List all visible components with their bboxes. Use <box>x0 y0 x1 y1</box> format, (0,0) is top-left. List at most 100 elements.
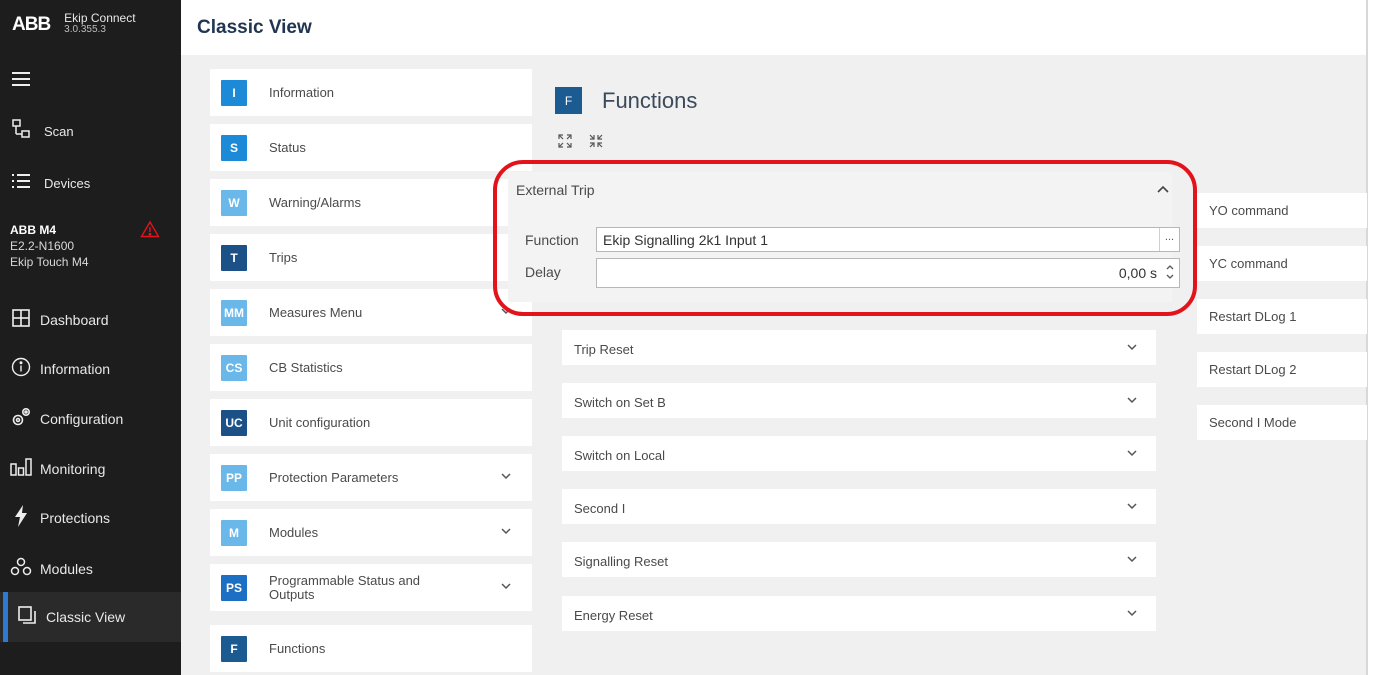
nav-protections-label: Protections <box>40 510 111 526</box>
nav-dashboard[interactable]: Dashboard <box>0 302 181 338</box>
functions-badge: F <box>555 87 582 114</box>
accordion-label: Energy Reset <box>574 608 653 623</box>
command-restart-dlog-2[interactable]: Restart DLog 2 <box>1197 352 1367 387</box>
app-version: 3.0.355.3 <box>64 24 106 35</box>
menu-item-warning-alarms[interactable]: W Warning/Alarms <box>210 179 532 226</box>
chevron-down-icon <box>1127 450 1137 457</box>
menu-badge: M <box>221 519 247 546</box>
command-second-i-mode[interactable]: Second I Mode <box>1197 405 1367 440</box>
accordion-second-i[interactable]: Second I <box>562 489 1156 524</box>
menu-badge: I <box>221 79 247 106</box>
nav-devices[interactable]: Devices <box>0 166 181 200</box>
chevron-down-icon <box>1127 556 1137 563</box>
nav-monitoring-label: Monitoring <box>40 461 106 477</box>
menu-item-trips[interactable]: T Trips <box>210 234 532 281</box>
menu-item-information[interactable]: I Information <box>210 69 532 116</box>
grid-icon <box>10 308 32 332</box>
menu-label: Status <box>269 139 306 155</box>
functions-title: Functions <box>602 88 698 113</box>
accordion-label: Switch on Local <box>574 448 666 463</box>
chevron-down-icon <box>1127 344 1137 351</box>
menu-label: CB Statistics <box>269 359 343 375</box>
nav-devices-label: Devices <box>44 175 91 191</box>
accordion-switch-on-set-b[interactable]: Switch on Set B <box>562 383 1156 418</box>
sidebar: ABB Ekip Connect 3.0.355.3 Scan Devices … <box>0 0 181 675</box>
menu-label: Measures Menu <box>269 304 363 320</box>
app-header: ABB Ekip Connect 3.0.355.3 <box>0 0 181 54</box>
nav-information-label: Information <box>40 361 111 377</box>
menu-label: Functions <box>269 640 326 656</box>
device-trip-unit: Ekip Touch M4 <box>10 255 89 269</box>
menu-badge: MM <box>221 299 247 326</box>
menu-item-protection-parameters[interactable]: PP Protection Parameters <box>210 454 532 501</box>
menu-badge: UC <box>221 409 247 436</box>
menu-label: Warning/Alarms <box>269 194 361 210</box>
menu-label: Information <box>269 84 335 100</box>
command-yo[interactable]: YO command <box>1197 193 1367 228</box>
menu-label: Unit configuration <box>269 414 371 430</box>
command-label: YO command <box>1209 203 1289 218</box>
page-title: Classic View <box>197 17 312 38</box>
nav-protections[interactable]: Protections <box>0 500 181 536</box>
accordion-label: Signalling Reset <box>574 554 668 569</box>
hamburger-icon <box>10 71 32 92</box>
chevron-down-icon <box>1127 397 1137 404</box>
chevron-down-icon[interactable] <box>500 525 512 537</box>
modules-icon <box>10 557 32 582</box>
nav-modules-label: Modules <box>40 561 93 577</box>
menu-badge: S <box>221 134 247 161</box>
bars-icon <box>10 457 32 481</box>
menu-item-functions[interactable]: F Functions <box>210 625 532 672</box>
accordion-signalling-reset[interactable]: Signalling Reset <box>562 542 1156 577</box>
accordion-label: Second I <box>574 501 626 516</box>
classic-view-icon <box>16 605 38 629</box>
nav-scan-label: Scan <box>44 123 74 139</box>
command-label: YC command <box>1209 256 1288 271</box>
info-circle-icon <box>10 357 32 382</box>
nav-classic-view[interactable]: Classic View <box>0 592 181 642</box>
active-indicator <box>3 592 8 642</box>
warning-triangle-icon <box>140 220 160 238</box>
menu-item-programmable-status[interactable]: PS Programmable Status and Outputs <box>210 564 532 611</box>
menu-badge: PS <box>221 574 247 601</box>
menu-toggle-button[interactable] <box>0 66 181 96</box>
accordion-trip-reset[interactable]: Trip Reset <box>562 330 1156 365</box>
nav-classic-view-label: Classic View <box>46 609 126 625</box>
accordion-label: Switch on Set B <box>574 395 666 410</box>
menu-item-unit-configuration[interactable]: UC Unit configuration <box>210 399 532 446</box>
nav-monitoring[interactable]: Monitoring <box>0 451 181 487</box>
chevron-down-icon <box>1127 610 1137 617</box>
command-label: Restart DLog 2 <box>1209 362 1297 377</box>
command-label: Restart DLog 1 <box>1209 309 1297 324</box>
expand-all-icon[interactable] <box>558 134 572 148</box>
device-model: E2.2-N1600 <box>10 239 75 253</box>
chevron-down-icon <box>1127 503 1137 510</box>
command-yc[interactable]: YC command <box>1197 246 1367 281</box>
menu-item-measures-menu[interactable]: MM Measures Menu <box>210 289 532 336</box>
menu-badge: F <box>221 635 247 662</box>
abb-logo: ABB <box>12 14 51 35</box>
collapse-all-icon[interactable] <box>589 134 603 148</box>
network-scan-icon <box>10 118 32 144</box>
lightning-icon <box>10 504 32 532</box>
chevron-down-icon[interactable] <box>500 580 512 592</box>
chevron-down-icon[interactable] <box>500 470 512 482</box>
menu-item-status[interactable]: S Status <box>210 124 532 171</box>
accordion-energy-reset[interactable]: Energy Reset <box>562 596 1156 631</box>
menu-badge: CS <box>221 354 247 381</box>
menu-label: Protection Parameters <box>269 469 399 485</box>
nav-configuration[interactable]: Configuration <box>0 401 181 437</box>
command-restart-dlog-1[interactable]: Restart DLog 1 <box>1197 299 1367 334</box>
highlight-outline <box>493 160 1197 316</box>
accordion-switch-on-local[interactable]: Switch on Local <box>562 436 1156 471</box>
nav-information[interactable]: Information <box>0 351 181 387</box>
list-icon <box>10 173 32 194</box>
app-name: Ekip Connect <box>64 11 136 25</box>
nav-scan[interactable]: Scan <box>0 113 181 149</box>
gears-icon <box>10 407 32 432</box>
menu-item-modules[interactable]: M Modules <box>210 509 532 556</box>
nav-configuration-label: Configuration <box>40 411 124 427</box>
nav-modules[interactable]: Modules <box>0 551 181 587</box>
menu-item-cb-statistics[interactable]: CS CB Statistics <box>210 344 532 391</box>
menu-badge: T <box>221 244 247 271</box>
